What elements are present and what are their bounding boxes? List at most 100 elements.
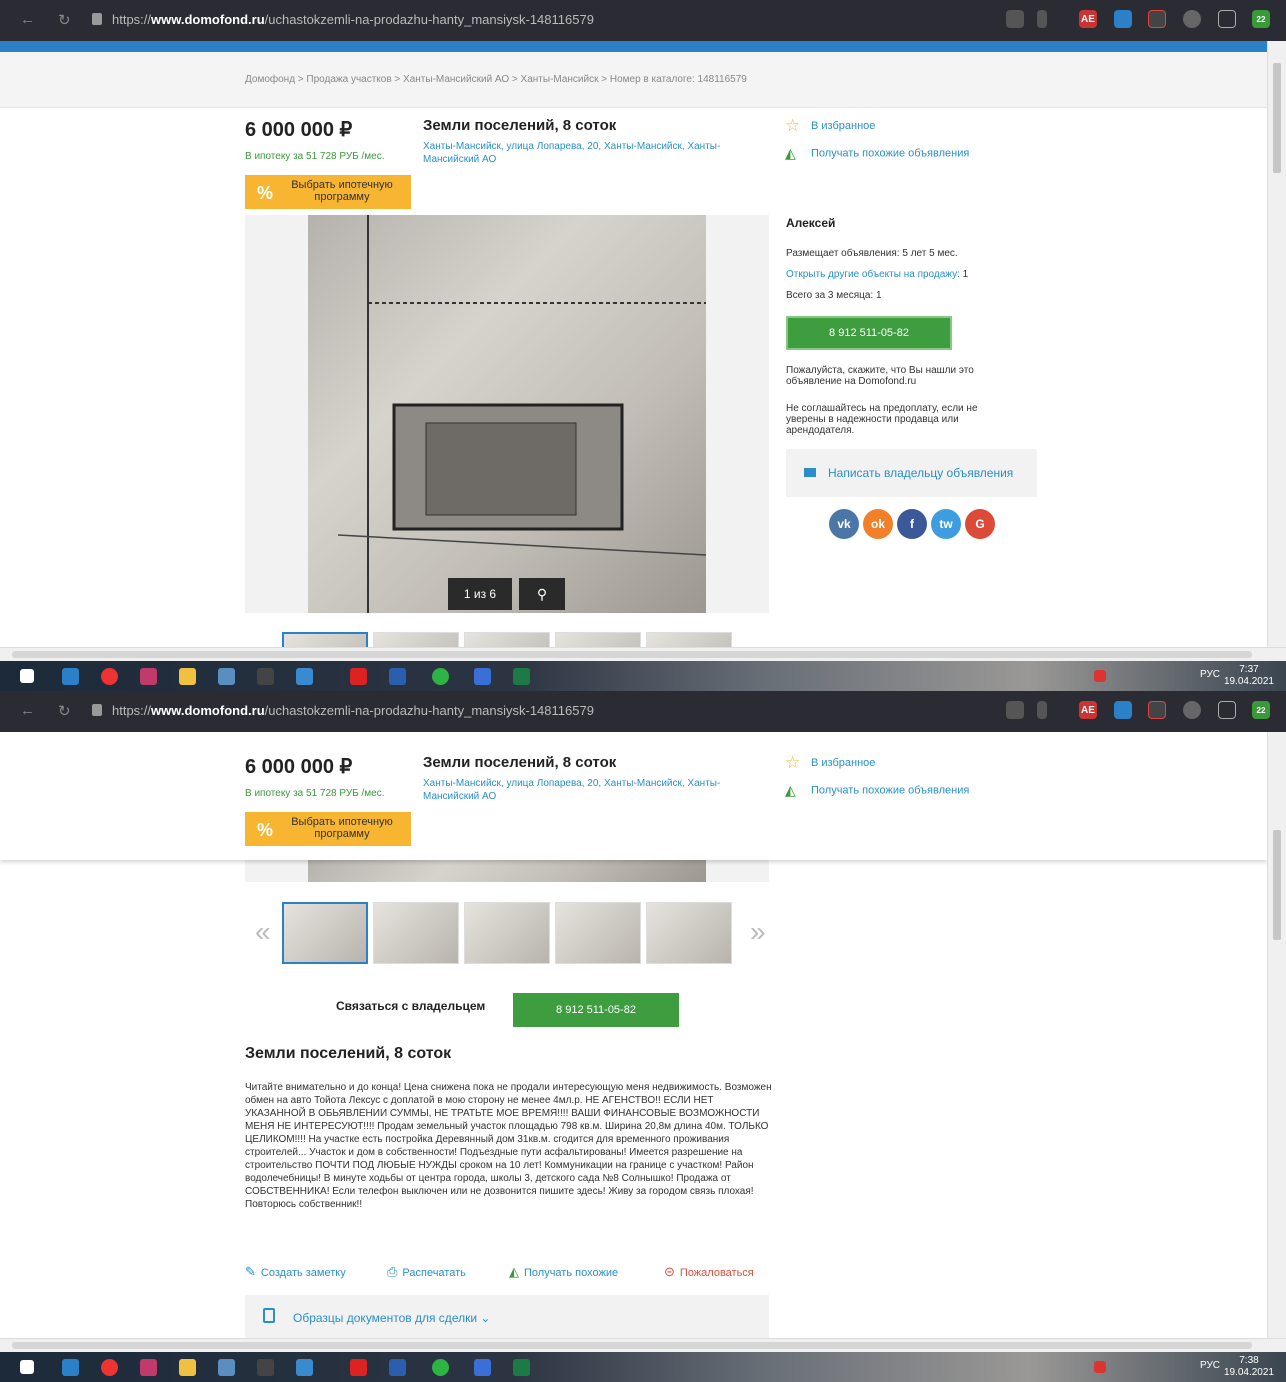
breadcrumb-text[interactable]: Домофонд > Продажа участков > Ханты-Манс… — [245, 74, 747, 85]
acrobat-icon[interactable] — [350, 1359, 367, 1376]
yandex-browser-icon[interactable] — [101, 668, 118, 685]
ext-sb-icon[interactable] — [1183, 701, 1201, 719]
vertical-scrollbar[interactable] — [1267, 732, 1286, 1342]
google-icon[interactable]: G — [965, 509, 995, 539]
language-indicator[interactable]: РУС — [1200, 669, 1220, 680]
back-icon[interactable]: ← — [20, 11, 35, 28]
ext-ae-icon[interactable]: AE — [1079, 701, 1097, 719]
url-text[interactable]: https://www.domofond.ru/uchastokzemli-na… — [112, 703, 594, 718]
thumbnail[interactable] — [282, 902, 368, 964]
app-icon[interactable] — [218, 668, 235, 685]
vertical-scrollbar[interactable] — [1267, 41, 1286, 651]
bookmark-icon[interactable] — [1037, 701, 1047, 719]
reload-icon[interactable]: ↻ — [58, 11, 71, 29]
prev-arrow-icon[interactable]: « — [255, 916, 271, 948]
horizontal-scrollbar[interactable] — [0, 1338, 1286, 1352]
word-icon[interactable] — [389, 668, 406, 685]
app-icon[interactable] — [140, 1359, 157, 1376]
download-icon[interactable]: 22 — [1252, 10, 1270, 28]
excel-icon[interactable] — [513, 668, 530, 685]
thumbnail[interactable] — [373, 902, 459, 964]
app-icon[interactable] — [140, 668, 157, 685]
ext-translate-icon[interactable] — [1114, 10, 1132, 28]
mortgage-button[interactable]: % Выбрать ипотечную программу — [245, 812, 411, 846]
whatsapp-icon[interactable] — [432, 1359, 449, 1376]
word-icon[interactable] — [389, 1359, 406, 1376]
facebook-icon[interactable]: f — [897, 509, 927, 539]
thumbnail[interactable] — [646, 902, 732, 964]
start-icon[interactable] — [20, 669, 34, 683]
tray-icon[interactable] — [1094, 1361, 1106, 1373]
ext-ae-icon[interactable]: AE — [1079, 10, 1097, 28]
app-icon[interactable] — [296, 1359, 313, 1376]
start-icon[interactable] — [20, 1360, 34, 1374]
scroll-thumb[interactable] — [1273, 63, 1281, 173]
acrobat-icon[interactable] — [350, 668, 367, 685]
next-arrow-icon[interactable]: » — [750, 916, 766, 948]
complain-button[interactable]: ⊝ Пожаловаться — [664, 1264, 754, 1280]
ext-camera-icon[interactable] — [1148, 701, 1166, 719]
app-icon[interactable] — [474, 1359, 491, 1376]
listing-address[interactable]: Ханты-Мансийск, улица Лопарева, 20, Хант… — [423, 777, 723, 803]
favorite-button[interactable]: ☆ В избранное — [785, 753, 875, 773]
write-owner-button[interactable]: Написать владельцу объявления — [786, 449, 1037, 497]
other-objects-link[interactable]: Открыть другие объекты на продажу: — [786, 269, 960, 280]
mortgage-button[interactable]: % Выбрать ипотечную программу — [245, 175, 411, 209]
taskview-icon[interactable] — [62, 1359, 79, 1376]
subscribe-similar-button[interactable]: ◭ Получать похожие объявления — [785, 782, 969, 799]
reload-icon[interactable]: ↻ — [58, 702, 71, 720]
download-icon[interactable]: 22 — [1252, 701, 1270, 719]
odnoklassniki-icon[interactable]: ok — [863, 509, 893, 539]
app-icon[interactable] — [296, 668, 313, 685]
ext-shield-icon[interactable] — [1218, 10, 1236, 28]
print-button[interactable]: ⎙ Распечатать — [387, 1264, 466, 1280]
photo-gallery[interactable]: 1 из 6 ⚲ — [245, 215, 769, 613]
get-similar-button[interactable]: ◭ Получать похожие — [509, 1264, 618, 1280]
back-icon[interactable]: ← — [20, 702, 35, 719]
address-bar: ← ↻ https://www.domofond.ru/uchastokzeml… — [0, 691, 1286, 732]
thumbnail[interactable] — [464, 902, 550, 964]
yandex-browser-icon[interactable] — [101, 1359, 118, 1376]
thumbnail[interactable] — [555, 902, 641, 964]
app-icon[interactable] — [257, 668, 274, 685]
ext-camera-icon[interactable] — [1148, 10, 1166, 28]
excel-icon[interactable] — [513, 1359, 530, 1376]
bookmark-icon[interactable] — [1037, 10, 1047, 28]
app-icon[interactable] — [257, 1359, 274, 1376]
twitter-icon[interactable]: tw — [931, 509, 961, 539]
create-note-button[interactable]: ✎ Создать заметку — [245, 1264, 346, 1280]
tabs-icon[interactable] — [1006, 701, 1024, 719]
zoom-button[interactable]: ⚲ — [519, 578, 565, 610]
subscribe-similar-button[interactable]: ◭ Получать похожие объявления — [785, 145, 969, 162]
app-icon[interactable] — [474, 668, 491, 685]
horizontal-scrollbar[interactable] — [0, 647, 1286, 661]
tray-icon[interactable] — [1094, 670, 1106, 682]
hscroll-thumb[interactable] — [12, 1342, 1252, 1349]
taskview-icon[interactable] — [62, 668, 79, 685]
favorite-button[interactable]: ☆ В избранное — [785, 116, 875, 136]
contact-phone-button[interactable]: 8 912 511-05-82 — [513, 993, 679, 1027]
documents-accordion[interactable]: Образцы документов для сделки ⌄ — [245, 1295, 769, 1341]
ext-shield-icon[interactable] — [1218, 701, 1236, 719]
clock[interactable]: 7:38 19.04.2021 — [1224, 1355, 1274, 1379]
mortgage-button-label: Выбрать ипотечную программу — [291, 816, 393, 840]
scroll-thumb[interactable] — [1273, 830, 1281, 940]
plan-road-line — [337, 534, 707, 556]
create-note-label: Создать заметку — [260, 1267, 346, 1279]
language-indicator[interactable]: РУС — [1200, 1360, 1220, 1371]
hscroll-thumb[interactable] — [12, 651, 1252, 658]
app-icon[interactable] — [218, 1359, 235, 1376]
print-label: Распечатать — [402, 1267, 466, 1279]
explorer-icon[interactable] — [179, 1359, 196, 1376]
phone-button[interactable]: 8 912 511-05-82 — [786, 316, 952, 350]
clock[interactable]: 7:37 19.04.2021 — [1224, 664, 1274, 688]
plot-inner — [425, 422, 577, 516]
ext-translate-icon[interactable] — [1114, 701, 1132, 719]
tabs-icon[interactable] — [1006, 10, 1024, 28]
listing-address[interactable]: Ханты-Мансийск, улица Лопарева, 20, Хант… — [423, 140, 723, 166]
explorer-icon[interactable] — [179, 668, 196, 685]
ext-sb-icon[interactable] — [1183, 10, 1201, 28]
vk-icon[interactable]: vk — [829, 509, 859, 539]
whatsapp-icon[interactable] — [432, 668, 449, 685]
url-text[interactable]: https://www.domofond.ru/uchastokzemli-na… — [112, 12, 594, 27]
